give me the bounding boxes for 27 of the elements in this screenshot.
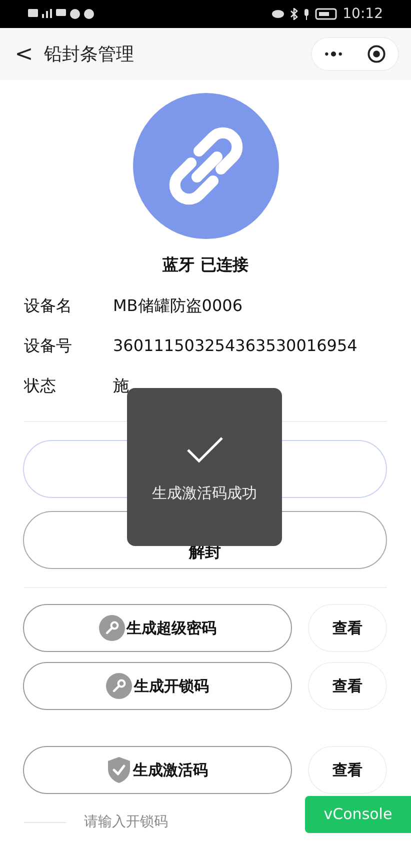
generate-code-button[interactable]: 生成激活码 [23, 746, 292, 794]
shield-check-icon [107, 756, 131, 784]
connection-status: 蓝牙 已连接 [162, 254, 248, 276]
view-button[interactable]: 查看 [308, 662, 387, 710]
info-label: 设备号 [24, 335, 73, 357]
battery-icon [314, 8, 337, 20]
info-value: MB储罐防盗0006 [113, 295, 242, 317]
generate-code-button[interactable]: 生成开锁码 [23, 662, 292, 710]
info-value: 360111503254363530016954 [113, 335, 358, 357]
unlock-code-field[interactable]: 请输入开锁码 [66, 812, 306, 833]
toast-message: 生成激活码成功 [152, 483, 257, 504]
info-label: 设备名 [24, 295, 73, 317]
info-value: 施 [113, 375, 129, 397]
signal-icon [42, 9, 52, 18]
back-button[interactable]: < [14, 38, 34, 70]
page-title: 铅封条管理 [44, 42, 135, 66]
key-icon [98, 615, 124, 641]
check-icon [186, 436, 224, 464]
clock-time: 10:12 [342, 4, 383, 24]
key-icon [106, 673, 132, 699]
view-button[interactable]: 查看 [308, 604, 387, 652]
link-icon [132, 93, 278, 239]
bluetooth-icon [290, 8, 298, 20]
info-label: 状态 [24, 375, 57, 397]
microphone-icon [304, 8, 309, 20]
generate-code-button[interactable]: 生成超级密码 [23, 604, 292, 652]
view-button[interactable]: 查看 [308, 746, 387, 794]
